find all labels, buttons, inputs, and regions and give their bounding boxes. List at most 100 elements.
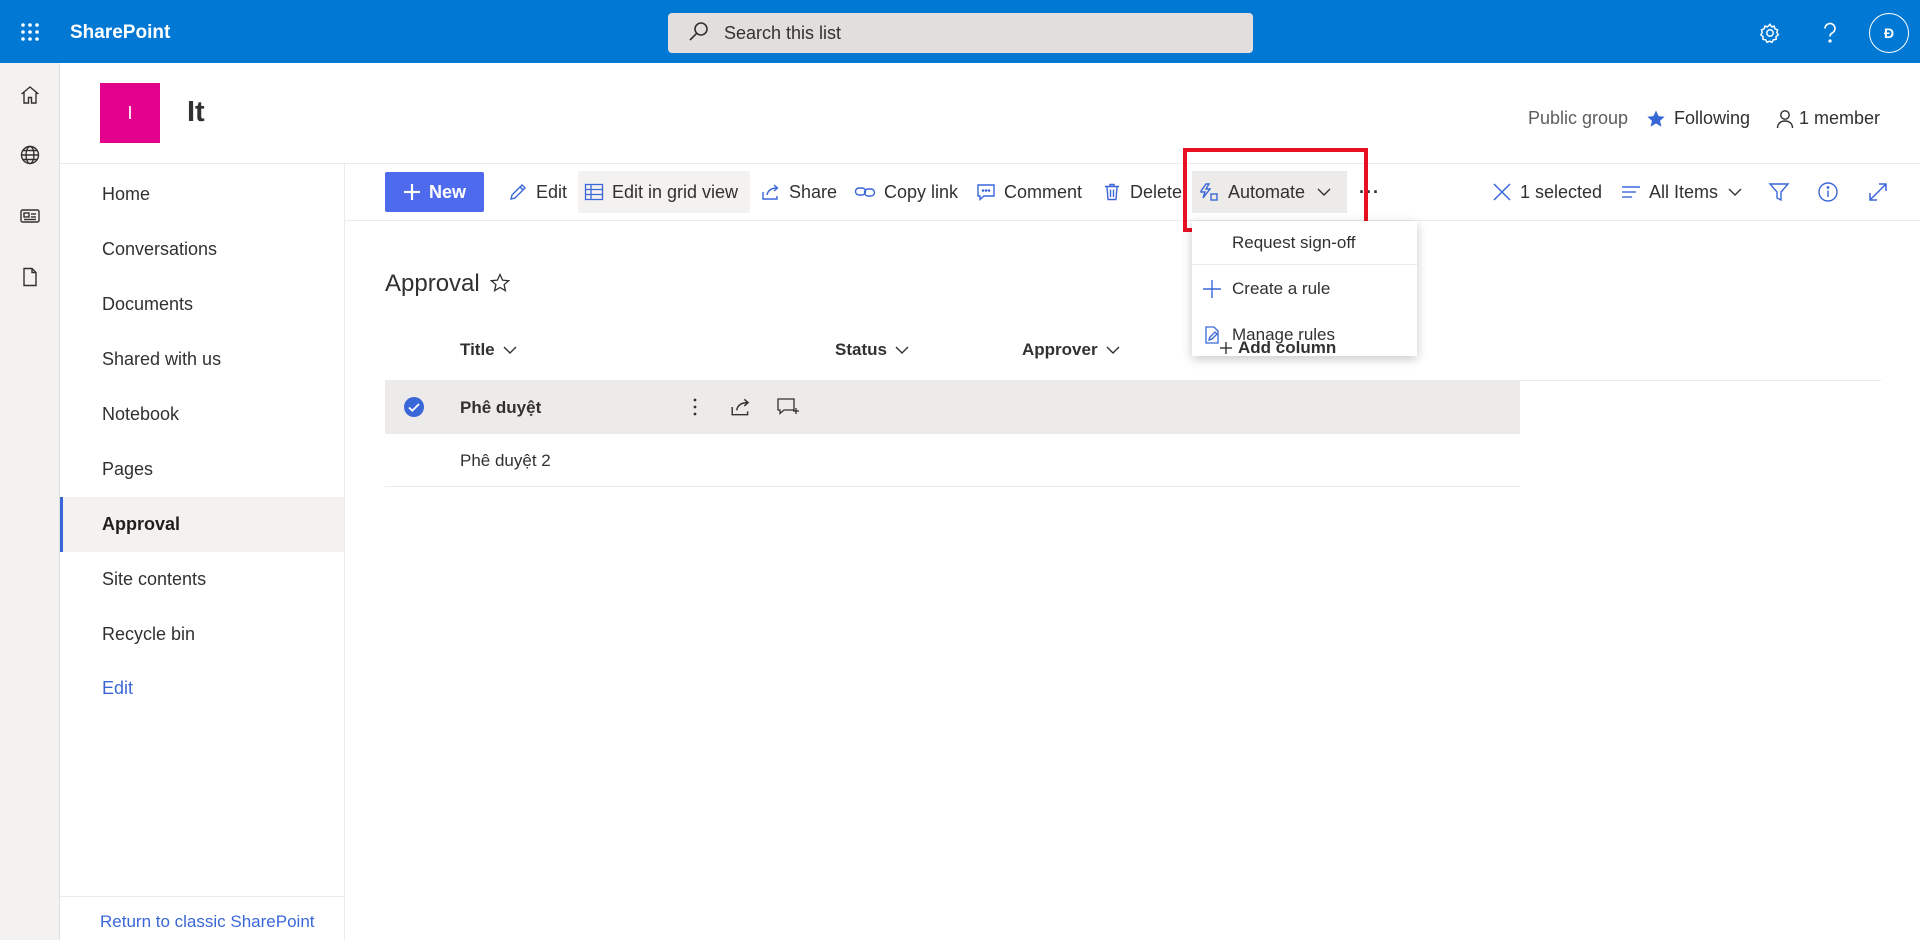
new-button[interactable]: New <box>385 172 485 212</box>
copy-link-label: Copy link <box>884 181 959 202</box>
add-comment-icon[interactable] <box>776 396 800 423</box>
app-launcher-icon[interactable] <box>0 0 60 63</box>
nav-item-home[interactable]: Home <box>60 167 344 222</box>
comment-button[interactable]: Comment <box>970 171 1088 213</box>
selected-count-label: 1 selected <box>1520 181 1603 202</box>
document-icon[interactable] <box>10 257 50 297</box>
share-icon <box>761 182 789 202</box>
column-header-status[interactable]: Status <box>835 340 909 360</box>
row-title[interactable]: Phê duyệt <box>460 381 541 434</box>
app-bar <box>0 63 60 940</box>
copy-link-button[interactable]: Copy link <box>848 171 964 213</box>
nav-item-approval[interactable]: Approval <box>60 497 344 552</box>
return-to-classic-link[interactable]: Return to classic SharePoint <box>100 912 315 932</box>
view-label: All Items <box>1649 181 1719 202</box>
site-title[interactable]: It <box>187 96 205 129</box>
nav-edit-link[interactable]: Edit <box>60 661 344 716</box>
plus-icon <box>403 183 429 201</box>
brand-label[interactable]: SharePoint <box>70 0 170 63</box>
column-approver-label: Approver <box>1022 340 1098 359</box>
suite-bar: SharePoint Search this list Đ <box>0 0 1920 63</box>
chevron-down-icon <box>1317 187 1339 197</box>
nav-item-recycle-bin[interactable]: Recycle bin <box>60 607 344 662</box>
link-icon <box>854 182 884 202</box>
plus-icon <box>1212 342 1232 354</box>
trash-icon <box>1102 182 1130 202</box>
edit-grid-view-button[interactable]: Edit in grid view <box>578 171 750 213</box>
checkmark-circle-icon[interactable] <box>403 396 425 423</box>
following-button[interactable]: Following <box>1646 108 1750 129</box>
settings-gear-icon[interactable] <box>1750 13 1790 53</box>
nav-item-notebook[interactable]: Notebook <box>60 387 344 442</box>
menu-item-request-sign-off[interactable]: Request sign-off <box>1192 223 1417 263</box>
nav-item-pages[interactable]: Pages <box>60 442 344 497</box>
chevron-down-icon <box>503 346 517 354</box>
site-logo[interactable]: I <box>100 83 160 143</box>
add-column-button[interactable]: Add column <box>1212 338 1336 358</box>
star-filled-icon <box>1646 109 1666 129</box>
list-title: Approval <box>385 270 480 297</box>
comment-icon <box>976 182 1004 202</box>
star-outline-icon[interactable] <box>489 272 511 298</box>
filter-icon[interactable] <box>1762 171 1804 213</box>
chevron-down-icon <box>1728 187 1750 197</box>
menu-divider <box>1192 264 1417 265</box>
automate-menu: Request sign-off Create a rule Manage ru… <box>1192 221 1417 356</box>
nav-item-conversations[interactable]: Conversations <box>60 222 344 277</box>
members-label: 1 member <box>1799 108 1881 128</box>
home-icon[interactable] <box>10 75 50 115</box>
share-icon[interactable] <box>730 396 752 423</box>
command-bar: New Edit Edit in grid view Share Copy li… <box>345 164 1920 221</box>
left-navigation: Home Conversations Documents Shared with… <box>60 164 345 940</box>
list-row[interactable]: Phê duyệt 2 <box>385 434 1520 487</box>
share-label: Share <box>789 181 838 202</box>
pencil-icon <box>508 182 536 202</box>
new-label: New <box>429 181 467 202</box>
add-column-label: Add column <box>1238 338 1337 357</box>
help-icon[interactable] <box>1810 13 1850 53</box>
edit-grid-label: Edit in grid view <box>612 181 739 202</box>
clear-selection-button[interactable]: 1 selected <box>1486 171 1608 213</box>
grid-icon <box>584 182 612 202</box>
following-label: Following <box>1674 108 1751 128</box>
share-button[interactable]: Share <box>755 171 843 213</box>
automate-icon <box>1198 181 1228 203</box>
edit-button[interactable]: Edit <box>502 171 573 213</box>
automate-button[interactable]: Automate <box>1192 171 1347 213</box>
search-icon <box>688 20 710 47</box>
list-row[interactable]: Phê duyệt <box>385 381 1520 434</box>
nav-item-documents[interactable]: Documents <box>60 277 344 332</box>
delete-label: Delete <box>1130 181 1183 202</box>
plus-icon <box>1202 279 1222 304</box>
menu-item-create-rule[interactable]: Create a rule <box>1192 269 1417 309</box>
nav-item-site-contents[interactable]: Site contents <box>60 552 344 607</box>
nav-item-shared-with-us[interactable]: Shared with us <box>60 332 344 387</box>
search-box[interactable]: Search this list <box>668 13 1253 53</box>
info-icon[interactable] <box>1811 171 1853 213</box>
group-type-label: Public group <box>1528 108 1629 128</box>
column-header-approver[interactable]: Approver <box>1022 340 1120 360</box>
view-switcher[interactable]: All Items <box>1615 171 1756 213</box>
list-view-icon <box>1621 184 1649 200</box>
automate-label: Automate <box>1228 181 1306 202</box>
edit-label: Edit <box>536 181 568 202</box>
chevron-down-icon <box>1106 346 1120 354</box>
globe-icon[interactable] <box>10 135 50 175</box>
row-title[interactable]: Phê duyệt 2 <box>460 434 551 487</box>
comment-label: Comment <box>1004 181 1083 202</box>
close-icon <box>1492 182 1520 202</box>
column-status-label: Status <box>835 340 887 359</box>
column-title-label: Title <box>460 340 495 359</box>
news-icon[interactable] <box>10 196 50 236</box>
more-vertical-icon[interactable] <box>692 396 698 423</box>
create-rule-label: Create a rule <box>1232 279 1331 298</box>
expand-icon[interactable] <box>1861 171 1903 213</box>
user-avatar[interactable]: Đ <box>1869 13 1909 53</box>
nav-footer-divider <box>60 896 344 897</box>
person-icon <box>1776 109 1794 129</box>
more-commands-button[interactable]: ··· <box>1353 171 1386 213</box>
column-header-title[interactable]: Title <box>460 340 517 360</box>
chevron-down-icon <box>895 346 909 354</box>
search-placeholder: Search this list <box>724 22 842 43</box>
members-button[interactable]: 1 member <box>1776 108 1880 129</box>
